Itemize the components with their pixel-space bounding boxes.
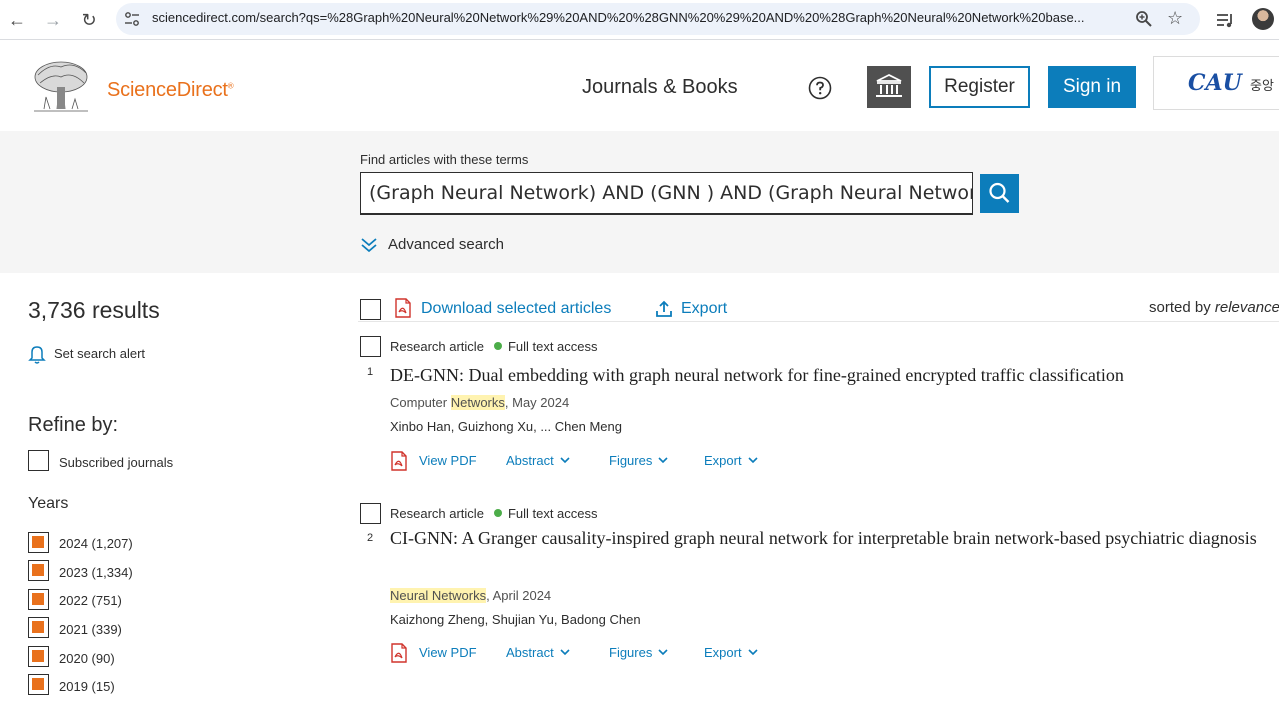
zoom-icon[interactable]	[1135, 10, 1153, 28]
access-badge: Full text access	[507, 506, 598, 521]
register-button[interactable]: Register	[929, 66, 1030, 108]
back-icon[interactable]: ←	[5, 8, 29, 32]
year-filter-checkbox[interactable]	[28, 532, 49, 553]
sort-selector[interactable]: sorted by relevance	[1149, 299, 1279, 316]
result-number: 1	[367, 366, 374, 378]
download-selected-link[interactable]: Download selected articles	[421, 300, 611, 318]
pdf-icon[interactable]	[390, 643, 408, 663]
export-icon[interactable]	[655, 300, 673, 318]
sign-in-button[interactable]: Sign in	[1048, 66, 1136, 108]
year-filter-label: 2022 (751)	[59, 593, 122, 608]
pdf-icon[interactable]	[390, 451, 408, 471]
year-filter-label: 2019 (15)	[59, 679, 115, 694]
article-type: Research article	[390, 506, 484, 521]
result-checkbox[interactable]	[360, 336, 381, 357]
article-meta: Research article Full text access	[390, 506, 598, 521]
year-filter-label: 2021 (339)	[59, 622, 122, 637]
search-icon	[989, 182, 1010, 203]
access-badge: Full text access	[507, 339, 598, 354]
site-header: ScienceDirect® Journals & Books Register…	[0, 41, 1279, 131]
select-all-checkbox[interactable]	[360, 299, 381, 320]
access-dot-icon	[493, 509, 502, 517]
export-toggle[interactable]: Export	[704, 645, 758, 660]
sort-value[interactable]: relevance	[1215, 299, 1279, 316]
institution-button[interactable]	[867, 66, 911, 108]
set-search-alert-label: Set search alert	[54, 346, 146, 361]
abstract-toggle[interactable]: Abstract	[506, 645, 570, 660]
reload-icon[interactable]: ↻	[77, 8, 101, 32]
years-heading: Years	[28, 495, 69, 512]
year-filter-checkbox[interactable]	[28, 589, 49, 610]
result-title[interactable]: DE-GNN: Dual embedding with graph neural…	[390, 361, 1279, 390]
media-control-icon[interactable]	[1216, 11, 1234, 29]
chevron-down-icon	[560, 649, 570, 656]
search-button[interactable]	[980, 174, 1019, 213]
result-number: 2	[367, 532, 374, 544]
export-link[interactable]: Export	[681, 300, 727, 318]
search-input[interactable]: (Graph Neural Network) AND (GNN ) AND (G…	[360, 172, 973, 215]
results-count: 3,736 results	[28, 297, 160, 323]
institution-icon	[876, 73, 902, 97]
result-source[interactable]: Computer Networks, May 2024	[390, 395, 569, 410]
subscribed-journals-label: Subscribed journals	[59, 455, 174, 470]
chevron-down-icon	[748, 649, 758, 656]
result-actions: View PDF Abstract Figures Export	[390, 451, 810, 471]
sorted-by-label: sorted by	[1149, 299, 1215, 316]
forward-icon[interactable]: →	[41, 8, 65, 32]
result-item: Research article Full text access 1 DE-GN…	[358, 334, 1279, 484]
chevron-down-icon	[748, 457, 758, 464]
export-toggle[interactable]: Export	[704, 453, 758, 468]
institution-name: 중앙	[1250, 78, 1274, 93]
view-pdf-link[interactable]: View PDF	[419, 645, 477, 660]
search-label: Find articles with these terms	[360, 152, 529, 167]
results-toolbar: Download selected articles Export	[358, 294, 1279, 322]
cau-logo-mark: CAU	[1188, 70, 1242, 96]
bell-icon	[28, 346, 46, 364]
year-filter-label: 2024 (1,207)	[59, 536, 133, 551]
subscribed-journals-checkbox[interactable]	[28, 450, 49, 471]
journals-books-link[interactable]: Journals & Books	[582, 76, 738, 99]
article-meta: Research article Full text access	[390, 339, 598, 354]
advanced-search-label: Advanced search	[388, 236, 504, 253]
address-bar[interactable]: sciencedirect.com/search?qs=%28Graph%20N…	[116, 3, 1200, 35]
refine-by-heading: Refine by:	[28, 414, 119, 436]
result-source[interactable]: Neural Networks, April 2024	[390, 588, 551, 603]
elsevier-tree-logo[interactable]	[30, 59, 92, 115]
figures-toggle[interactable]: Figures	[609, 453, 668, 468]
result-title[interactable]: CI-GNN: A Granger causality-inspired gra…	[390, 524, 1279, 553]
year-filter-checkbox[interactable]	[28, 617, 49, 638]
article-type: Research article	[390, 339, 484, 354]
browser-toolbar: ← → ↻ sciencedirect.com/search?qs=%28Gra…	[0, 0, 1279, 40]
result-authors: Kaizhong Zheng, Shujian Yu, Badong Chen	[390, 612, 641, 627]
sciencedirect-logo[interactable]: ScienceDirect®	[107, 79, 234, 102]
url-text[interactable]: sciencedirect.com/search?qs=%28Graph%20N…	[152, 10, 1142, 25]
chevron-down-icon	[658, 649, 668, 656]
chevron-down-icon	[658, 457, 668, 464]
pdf-icon	[395, 298, 411, 318]
bookmark-star-icon[interactable]: ☆	[1167, 9, 1185, 27]
year-filter-label: 2023 (1,334)	[59, 565, 133, 580]
institution-logo[interactable]: CAU 중앙	[1153, 56, 1279, 110]
abstract-toggle[interactable]: Abstract	[506, 453, 570, 468]
result-checkbox[interactable]	[360, 503, 381, 524]
view-pdf-link[interactable]: View PDF	[419, 453, 477, 468]
profile-avatar[interactable]	[1252, 8, 1274, 30]
double-chevron-down-icon	[361, 238, 377, 253]
year-filter-checkbox[interactable]	[28, 560, 49, 581]
access-dot-icon	[493, 342, 502, 350]
search-panel: Find articles with these terms (Graph Ne…	[0, 131, 1279, 273]
year-filter-checkbox[interactable]	[28, 674, 49, 695]
site-settings-icon[interactable]	[124, 11, 140, 27]
year-filter-checkbox[interactable]	[28, 646, 49, 667]
figures-toggle[interactable]: Figures	[609, 645, 668, 660]
chevron-down-icon	[560, 457, 570, 464]
result-actions: View PDF Abstract Figures Export	[390, 643, 810, 663]
year-filter-label: 2020 (90)	[59, 651, 115, 666]
result-item: Research article Full text access 2 CI-GN…	[358, 501, 1279, 681]
help-icon[interactable]	[808, 76, 832, 100]
result-authors: Xinbo Han, Guizhong Xu, ... Chen Meng	[390, 419, 622, 434]
